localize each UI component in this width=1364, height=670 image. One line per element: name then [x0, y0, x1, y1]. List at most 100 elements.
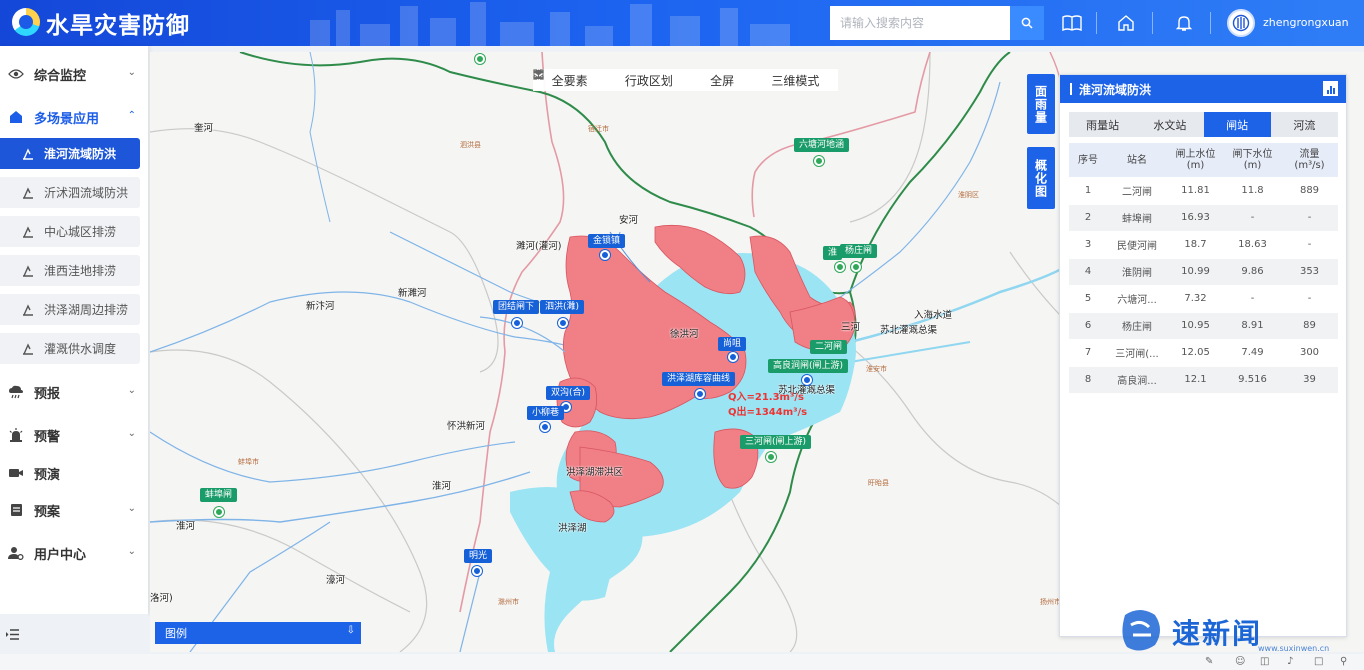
legend-toggle[interactable]: 图例 ⇩ [155, 622, 361, 644]
station-pin[interactable] [835, 262, 845, 272]
station-sanhezha[interactable]: 三河闸(闸上游) [740, 435, 812, 449]
toolbar-admin-region[interactable]: 行政区划 [534, 70, 673, 89]
table-row[interactable]: 1 二河闸 11.81 11.8 889 [1069, 177, 1338, 205]
chevron-down-icon: ⌄ [127, 67, 136, 78]
menu-label: 预报 [34, 386, 61, 402]
menu-warning[interactable]: 预警 ⌄ [0, 415, 148, 455]
sub-item-yishusi-flood[interactable]: 沂沭泗流域防洪 [0, 177, 140, 208]
watermark-text: 速新闻 [1172, 617, 1263, 650]
menu-label: 综合监控 [34, 68, 87, 84]
table-cell: 18.63 [1224, 231, 1281, 259]
sub-item-huaihe-flood[interactable]: 淮河流域防洪 [0, 138, 140, 169]
tab-rain-station[interactable]: 雨量站 [1069, 112, 1136, 137]
column-header: 闸上水位 (m) [1167, 143, 1224, 177]
sub-item-huaixi-drainage[interactable]: 淮西洼地排涝 [0, 255, 140, 286]
column-header: 站名 [1107, 143, 1167, 177]
book-icon[interactable] [1060, 11, 1084, 35]
map-city-label: 蚌埠市 [238, 458, 259, 466]
station-pin[interactable] [475, 54, 485, 64]
trash-icon[interactable]: ◫ [1260, 656, 1269, 667]
sidebar-collapse-button[interactable] [0, 614, 148, 654]
station-gaoliangjian[interactable]: 高良涧闸(闸上游) [768, 359, 849, 373]
table-cell: 高良涧... [1107, 366, 1167, 394]
chevron-down-icon: ⌄ [127, 546, 136, 557]
toolbar-all-elements[interactable]: 全要素 [533, 70, 588, 89]
station-yangzhuangzha[interactable]: 杨庄闸 [840, 244, 878, 258]
map-label: 洪泽湖滞洪区 [566, 467, 624, 478]
sub-item-irrigation[interactable]: 灌溉供水调度 [0, 333, 140, 364]
station-pin[interactable] [540, 422, 550, 432]
table-row[interactable]: 2 蚌埠闸 16.93- - [1069, 204, 1338, 232]
menu-multi-scenario[interactable]: 多场景应用 ⌃ [0, 97, 148, 137]
tab-gate-station[interactable]: 闸站 [1203, 112, 1271, 137]
table-row[interactable]: 5 六塘河... 7.32- - [1069, 285, 1338, 313]
table-cell: 杨庄闸 [1107, 312, 1167, 340]
menu-rehearsal[interactable]: 预演 [0, 453, 148, 493]
chart-pin-icon[interactable] [695, 389, 705, 399]
menu-comprehensive-monitoring[interactable]: 综合监控 ⌄ [0, 54, 148, 94]
map-city-label: 滁州市 [498, 598, 519, 606]
menu-label: 多场景应用 [34, 111, 100, 127]
table-row[interactable]: 8 高良涧... 12.1 9.516 39 [1069, 366, 1338, 394]
window-icon[interactable]: □ [1314, 656, 1323, 667]
sub-item-label: 淮河流域防洪 [44, 147, 117, 161]
bell-icon[interactable] [1172, 11, 1196, 35]
station-xiaoliuxiang[interactable]: 小柳巷 [527, 406, 565, 420]
sub-item-city-drainage[interactable]: 中心城区排涝 [0, 216, 140, 247]
username[interactable]: zhengrongxuan [1263, 16, 1349, 29]
table-row[interactable]: 6 杨庄闸 10.95 8.91 89 [1069, 312, 1338, 340]
station-sihong[interactable]: 泗洪(濉) [540, 300, 585, 314]
schematic-button[interactable]: 概化图 [1027, 147, 1055, 209]
station-bengbuzha[interactable]: 蚌埠闸 [200, 488, 238, 502]
station-jinsuozhen[interactable]: 金锁镇 [588, 234, 626, 248]
station-shangju[interactable]: 尚咀 [718, 337, 747, 351]
map-label: 濠河 [326, 575, 346, 586]
brush-icon[interactable]: ✎ [1205, 656, 1213, 667]
station-pin[interactable] [802, 375, 812, 385]
search-button[interactable] [1010, 6, 1044, 40]
station-mingguang[interactable]: 明光 [464, 549, 493, 563]
station-pin[interactable] [851, 262, 861, 272]
area-rainfall-button[interactable]: 面雨量 [1027, 74, 1055, 134]
table-cell: - [1281, 285, 1338, 313]
tab-river[interactable]: 河流 [1271, 112, 1338, 137]
station-hongze-curve[interactable]: 洪泽湖库容曲线 [662, 372, 736, 386]
chevron-down-icon: ⇩ [346, 625, 355, 636]
cloud-rain-icon [8, 384, 24, 400]
table-cell: 3 [1069, 231, 1107, 259]
bar-chart-icon[interactable] [1323, 81, 1338, 96]
toolbar-3d-mode[interactable]: 三维模式 [533, 69, 819, 89]
smile-icon[interactable]: ☺ [1235, 656, 1245, 667]
volume-icon[interactable]: ♪ [1287, 656, 1293, 667]
table-row[interactable]: 7 三河闸(... 12.05 7.49 300 [1069, 339, 1338, 367]
station-tuanjiezhaxia[interactable]: 团结闸下 [493, 300, 540, 314]
station-pin[interactable] [728, 352, 738, 362]
station-pin[interactable] [512, 318, 522, 328]
home-icon[interactable] [1114, 11, 1138, 35]
toolbar-fullscreen[interactable]: 全屏 [533, 69, 734, 89]
tab-hydro-station[interactable]: 水文站 [1136, 112, 1203, 137]
station-erhezha[interactable]: 二河闸 [810, 340, 848, 354]
app-title: 水旱灾害防御 [46, 12, 190, 39]
menu-plan[interactable]: 预案 ⌄ [0, 490, 148, 530]
station-pin[interactable] [472, 566, 482, 576]
station-pin[interactable] [600, 250, 610, 260]
panel-header: 淮河流域防洪 [1060, 75, 1346, 103]
table-row[interactable]: 4 淮阴闸 10.99 9.86 353 [1069, 258, 1338, 286]
station-liutanghe[interactable]: 六塘河地涵 [794, 138, 850, 152]
menu-forecast[interactable]: 预报 ⌄ [0, 372, 148, 412]
station-shuanggou[interactable]: 双沟(合) [546, 386, 591, 400]
avatar[interactable] [1227, 9, 1255, 37]
menu-user-center[interactable]: 用户中心 ⌄ [0, 533, 148, 573]
station-pin[interactable] [814, 156, 824, 166]
sub-item-hongze-drainage[interactable]: 洪泽湖周边排涝 [0, 294, 140, 325]
search-input[interactable] [830, 6, 1010, 40]
panel-tabs: 雨量站 水文站 闸站 河流 [1069, 112, 1338, 137]
table-row[interactable]: 3 民便河闸 18.7 18.63- [1069, 231, 1338, 259]
station-pin[interactable] [766, 452, 776, 462]
zoom-icon[interactable]: ⚲ [1340, 656, 1347, 667]
station-pin[interactable] [214, 507, 224, 517]
user-emblem-icon [1232, 14, 1250, 32]
station-huai[interactable]: 淮 [823, 246, 843, 260]
station-pin[interactable] [558, 318, 568, 328]
